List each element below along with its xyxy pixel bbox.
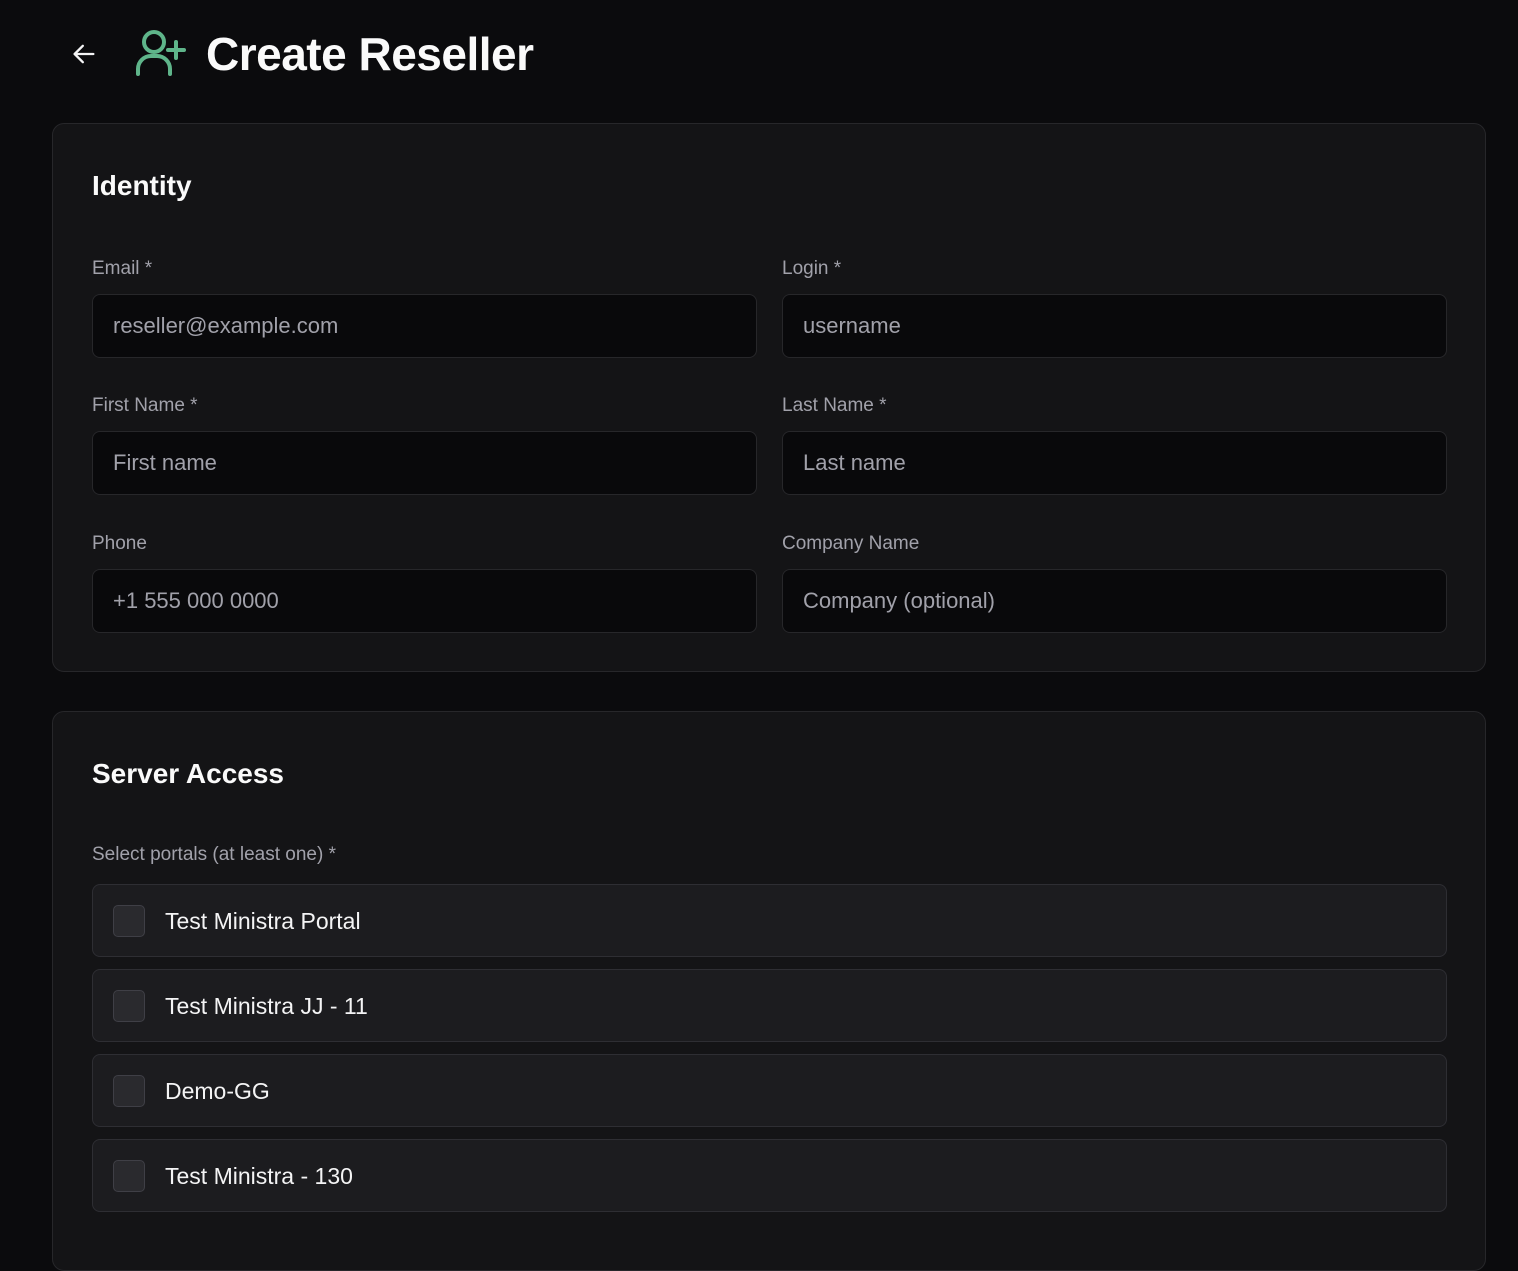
server-access-section-title: Server Access: [92, 758, 285, 789]
email-label: Email *: [92, 258, 153, 279]
identity-section-title: Identity: [92, 170, 192, 201]
arrow-left-icon: [73, 44, 95, 64]
user-plus-icon: [136, 30, 186, 76]
portals-label: Select portals (at least one) *: [92, 844, 336, 865]
back-button[interactable]: [66, 36, 102, 72]
first-name-field[interactable]: [92, 431, 757, 495]
identity-card: Identity Email * Login * First Name * La…: [52, 123, 1486, 672]
company-name-label: Company Name: [782, 533, 920, 554]
portal-option[interactable]: Test Ministra - 130: [92, 1139, 1447, 1212]
portal-label: Demo-GG: [165, 1078, 270, 1104]
page-title: Create Reseller: [206, 28, 534, 80]
portal-label: Test Ministra JJ - 11: [165, 993, 368, 1019]
portal-checkbox[interactable]: [113, 1075, 145, 1107]
company-name-field[interactable]: [782, 569, 1447, 633]
portal-label: Test Ministra - 130: [165, 1163, 353, 1189]
login-label: Login *: [782, 258, 842, 279]
page-header: Create Reseller: [0, 0, 1518, 110]
portal-option[interactable]: Test Ministra Portal: [92, 884, 1447, 957]
last-name-label: Last Name *: [782, 395, 887, 416]
phone-field[interactable]: [92, 569, 757, 633]
phone-label: Phone: [92, 533, 147, 554]
portal-option[interactable]: Test Ministra JJ - 11: [92, 969, 1447, 1042]
portal-checkbox[interactable]: [113, 990, 145, 1022]
portal-checkbox[interactable]: [113, 1160, 145, 1192]
first-name-label: First Name *: [92, 395, 198, 416]
server-access-card: Server Access Select portals (at least o…: [52, 711, 1486, 1271]
portal-checkbox[interactable]: [113, 905, 145, 937]
last-name-field[interactable]: [782, 431, 1447, 495]
email-field[interactable]: [92, 294, 757, 358]
portal-option[interactable]: Demo-GG: [92, 1054, 1447, 1127]
portal-label: Test Ministra Portal: [165, 908, 361, 934]
login-field[interactable]: [782, 294, 1447, 358]
